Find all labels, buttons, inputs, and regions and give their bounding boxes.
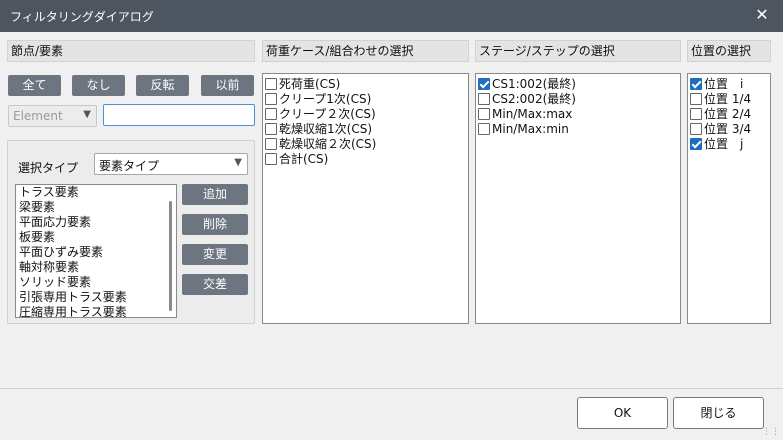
stages-list: CS1:002(最終) CS2:002(最終) Min/Max:max Min/… <box>475 73 681 324</box>
select-type-label: 選択タイプ <box>18 161 79 175</box>
checkbox-checked[interactable] <box>690 138 702 150</box>
stage-cs1[interactable]: CS1:002(最終) <box>476 77 680 92</box>
checkbox[interactable] <box>265 153 277 165</box>
list-item[interactable]: 梁要素 <box>16 200 176 215</box>
stage-cs2[interactable]: CS2:002(最終) <box>476 92 680 107</box>
id-text-input[interactable] <box>103 104 255 126</box>
dialog-body: 節点/要素 全て なし 反転 以前 Element ▼ 選択タイプ 要素タイプ … <box>0 32 783 440</box>
footer-divider <box>0 388 783 389</box>
checkbox[interactable] <box>690 93 702 105</box>
list-item[interactable]: ソリッド要素 <box>16 275 176 290</box>
checkbox-checked[interactable] <box>690 78 702 90</box>
checkbox[interactable] <box>478 93 490 105</box>
position-j[interactable]: 位置 j <box>688 137 770 152</box>
chevron-down-icon: ▼ <box>83 109 91 120</box>
load-case-creep1[interactable]: クリープ1次(CS) <box>263 92 468 107</box>
checkbox-checked[interactable] <box>478 78 490 90</box>
positions-header: 位置の選択 <box>687 40 771 62</box>
checkbox[interactable] <box>478 123 490 135</box>
load-case-total[interactable]: 合計(CS) <box>263 152 468 167</box>
stage-minmax-max[interactable]: Min/Max:max <box>476 107 680 122</box>
close-button[interactable]: 閉じる <box>673 397 764 429</box>
position-i[interactable]: 位置 i <box>688 77 770 92</box>
load-case-shrink2[interactable]: 乾燥収縮２次(CS) <box>263 137 468 152</box>
ok-button[interactable]: OK <box>577 397 668 429</box>
checkbox[interactable] <box>265 93 277 105</box>
list-item[interactable]: 軸対称要素 <box>16 260 176 275</box>
nodes-header: 節点/要素 <box>7 40 255 62</box>
title-bar: フィルタリングダイアログ ✕ <box>0 0 783 32</box>
add-button[interactable]: 追加 <box>182 184 248 205</box>
element-type-list[interactable]: トラス要素 梁要素 平面応力要素 板要素 平面ひずみ要素 軸対称要素 ソリッド要… <box>15 184 177 318</box>
change-button[interactable]: 変更 <box>182 244 248 265</box>
previous-button[interactable]: 以前 <box>201 75 254 96</box>
load-cases-list: 死荷重(CS) クリープ1次(CS) クリープ２次(CS) 乾燥収縮1次(CS)… <box>262 73 469 324</box>
checkbox[interactable] <box>265 138 277 150</box>
list-scrollbar-thumb[interactable] <box>169 201 172 311</box>
load-case-creep2[interactable]: クリープ２次(CS) <box>263 107 468 122</box>
stages-header: ステージ/ステップの選択 <box>475 40 681 62</box>
checkbox[interactable] <box>265 108 277 120</box>
window-title: フィルタリングダイアログ <box>10 10 154 24</box>
checkbox[interactable] <box>690 123 702 135</box>
select-type-combo-value: 要素タイプ <box>99 159 160 173</box>
checkbox[interactable] <box>265 123 277 135</box>
node-element-combo[interactable]: Element ▼ <box>8 105 97 127</box>
load-case-dead[interactable]: 死荷重(CS) <box>263 77 468 92</box>
stage-minmax-min[interactable]: Min/Max:min <box>476 122 680 137</box>
checkbox[interactable] <box>478 108 490 120</box>
select-type-combo[interactable]: 要素タイプ ▼ <box>94 153 248 175</box>
list-item[interactable]: トラス要素 <box>16 185 176 200</box>
checkbox[interactable] <box>265 78 277 90</box>
position-1-4[interactable]: 位置 1/4 <box>688 92 770 107</box>
intersect-button[interactable]: 交差 <box>182 274 248 295</box>
list-item[interactable]: 引張専用トラス要素 <box>16 290 176 305</box>
load-case-shrink1[interactable]: 乾燥収縮1次(CS) <box>263 122 468 137</box>
invert-button[interactable]: 反転 <box>136 75 189 96</box>
select-none-button[interactable]: なし <box>72 75 125 96</box>
chevron-down-icon: ▼ <box>234 157 242 168</box>
list-item[interactable]: 圧縮専用トラス要素 <box>16 305 176 317</box>
position-3-4[interactable]: 位置 3/4 <box>688 122 770 137</box>
positions-list: 位置 i 位置 1/4 位置 2/4 位置 3/4 位置 j <box>687 73 771 324</box>
remove-button[interactable]: 削除 <box>182 214 248 235</box>
list-item[interactable]: 平面ひずみ要素 <box>16 245 176 260</box>
list-item[interactable]: 平面応力要素 <box>16 215 176 230</box>
list-item[interactable]: 板要素 <box>16 230 176 245</box>
select-all-button[interactable]: 全て <box>8 75 61 96</box>
checkbox[interactable] <box>690 108 702 120</box>
load-cases-header: 荷重ケース/組合わせの選択 <box>262 40 469 62</box>
resize-grip-icon[interactable]: ⋮⋮ <box>762 427 780 437</box>
node-element-combo-value: Element <box>13 109 63 123</box>
close-icon[interactable]: ✕ <box>751 4 773 26</box>
select-type-group: 選択タイプ 要素タイプ ▼ トラス要素 梁要素 平面応力要素 板要素 平面ひずみ… <box>7 140 255 324</box>
position-2-4[interactable]: 位置 2/4 <box>688 107 770 122</box>
